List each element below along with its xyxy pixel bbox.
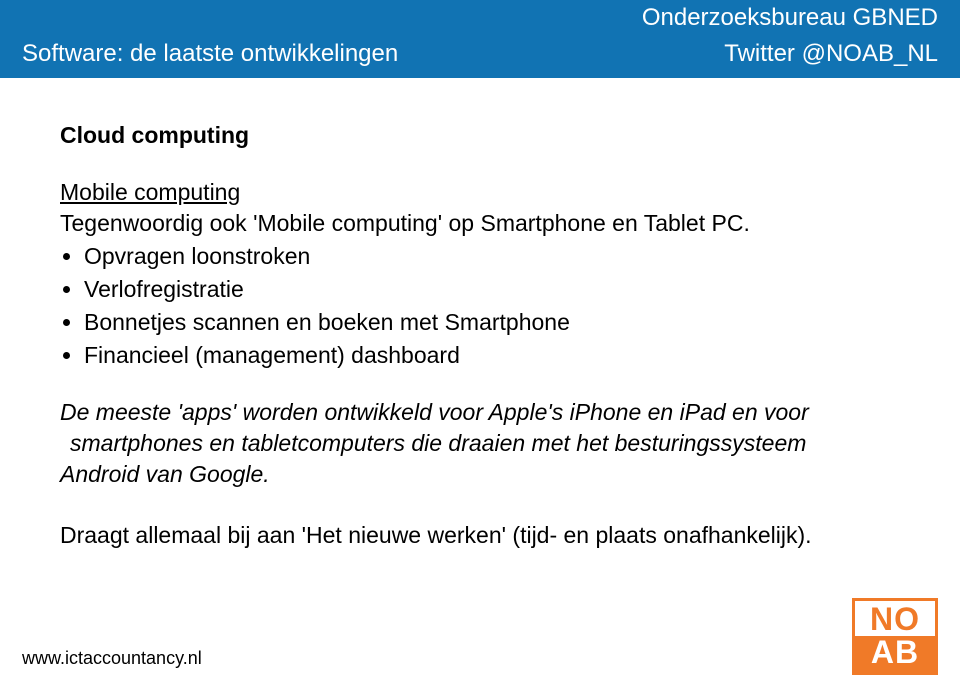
footer-url: www.ictaccountancy.nl [22,648,202,669]
noab-logo: NO AB [852,598,938,675]
italic-line: smartphones en tabletcomputers die draai… [70,430,806,456]
header-org: Onderzoeksbureau GBNED [22,0,938,32]
slide: Onderzoeksbureau GBNED Software: de laat… [0,0,960,687]
italic-line: De meeste 'apps' worden ontwikkeld voor … [60,399,809,425]
page-title: Cloud computing [60,120,900,151]
content-area: Cloud computing Mobile computing Tegenwo… [0,78,960,552]
conclusion-text: Draagt allemaal bij aan 'Het nieuwe werk… [60,520,900,551]
header-twitter: Twitter @NOAB_NL [724,40,938,68]
list-item: Financieel (management) dashboard [84,340,900,371]
logo-bottom-text: AB [852,636,938,675]
list-item: Opvragen loonstroken [84,241,900,272]
mobile-intro: Tegenwoordig ook 'Mobile computing' op S… [60,208,900,239]
italic-line: Android van Google. [60,461,270,487]
header-bar: Onderzoeksbureau GBNED Software: de laat… [0,0,960,78]
list-item: Verlofregistratie [84,274,900,305]
header-row: Software: de laatste ontwikkelingen Twit… [22,32,938,68]
italic-paragraph: De meeste 'apps' worden ontwikkeld voor … [60,397,900,490]
subheading-mobile: Mobile computing [60,177,900,208]
logo-top-text: NO [852,598,938,637]
list-item: Bonnetjes scannen en boeken met Smartpho… [84,307,900,338]
header-title: Software: de laatste ontwikkelingen [22,40,398,68]
bullet-list: Opvragen loonstroken Verlofregistratie B… [60,241,900,371]
